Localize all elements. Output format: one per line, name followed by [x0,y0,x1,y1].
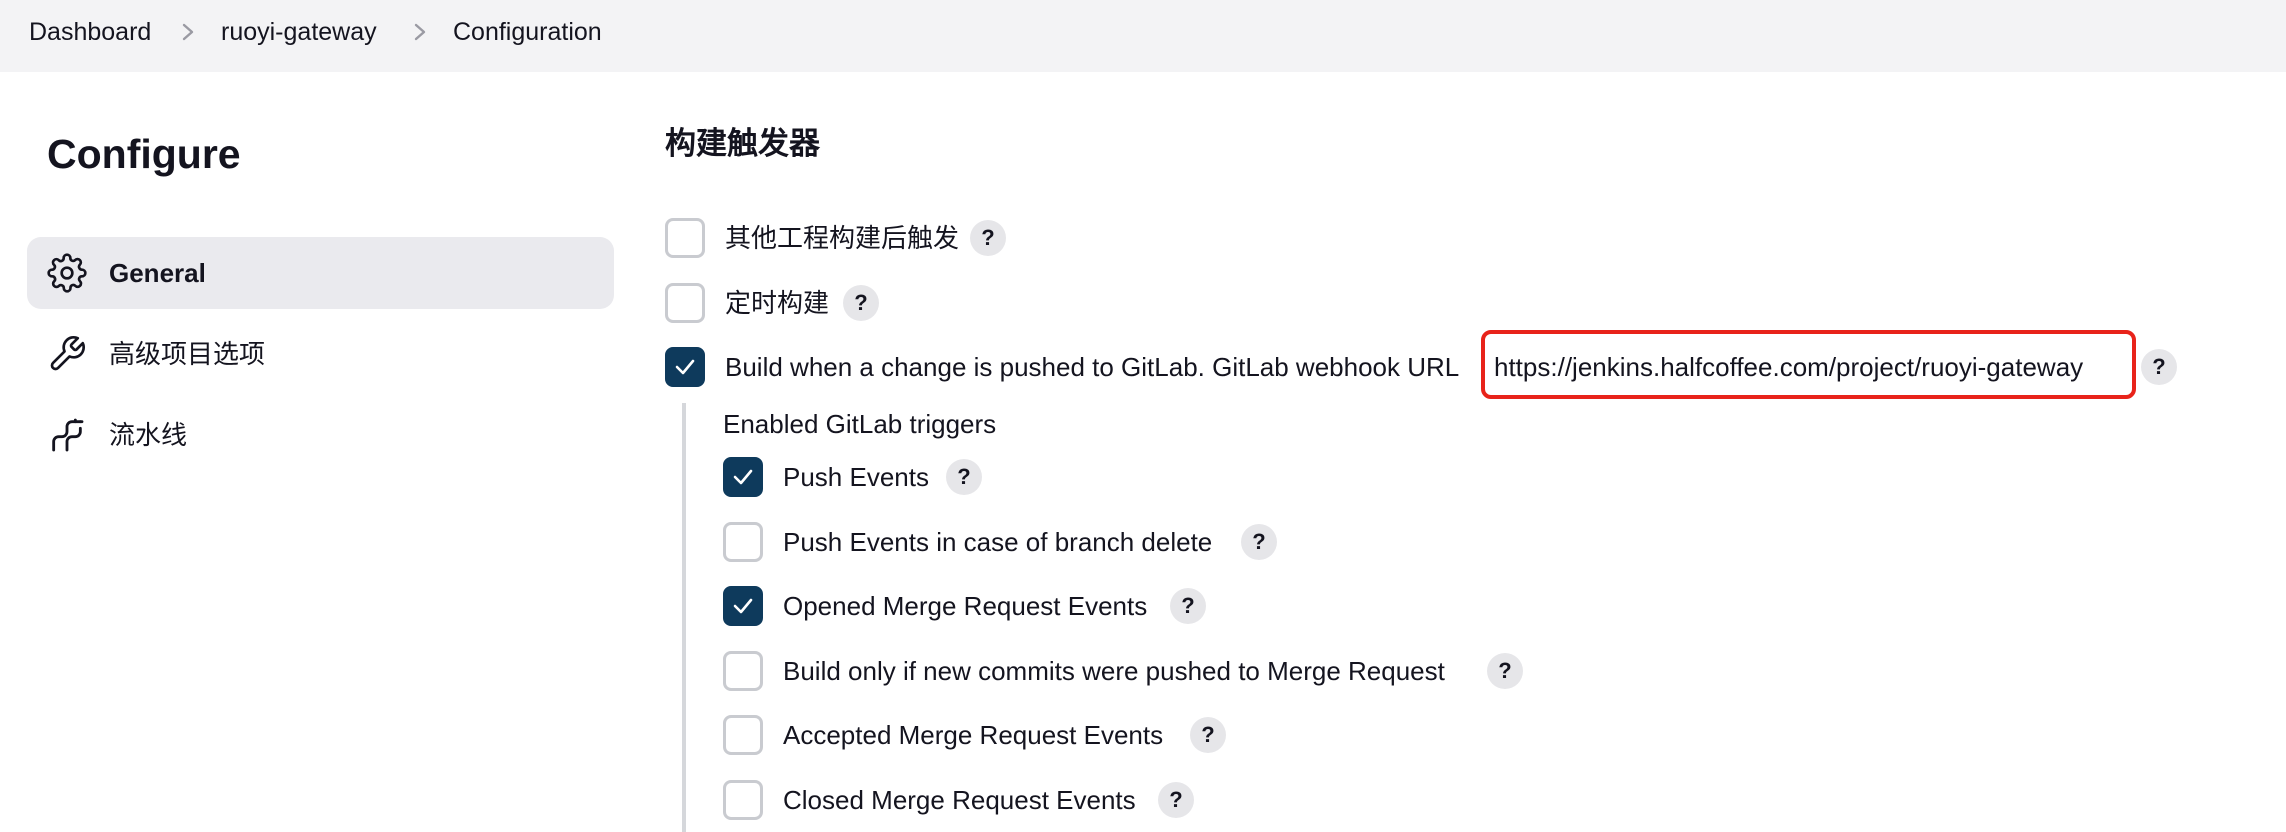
help-icon[interactable]: ? [946,459,982,495]
checkmark-icon [733,469,753,485]
checkbox-build-periodically[interactable] [665,283,705,323]
gitlab-triggers-title: Enabled GitLab triggers [723,409,997,439]
option-label: Closed Merge Request Events [783,785,1136,815]
checkbox-build-after-other-projects[interactable] [665,218,705,258]
sidebar-item-label: 流水线 [109,420,188,450]
help-icon[interactable]: ? [1190,717,1226,753]
breadcrumb: Dashboard ruoyi-gateway Configuration [0,0,2286,72]
checkbox-new-commits-only[interactable] [723,651,763,691]
gear-icon [47,253,87,293]
help-icon[interactable]: ? [2141,349,2177,385]
help-icon[interactable]: ? [1241,524,1277,560]
breadcrumb-job[interactable]: ruoyi-gateway [221,16,377,48]
option-label: Accepted Merge Request Events [783,720,1164,750]
help-icon[interactable]: ? [970,220,1006,256]
nested-section-divider [682,403,686,832]
wrench-icon [50,336,85,371]
option-label: Push Events [783,462,929,492]
page-title: Configure [47,131,241,177]
checkbox-accepted-merge-request[interactable] [723,715,763,755]
sidebar-item-advanced[interactable]: 高级项目选项 [27,318,614,390]
sidebar-item-general[interactable]: General [27,237,614,309]
option-label: Build when a change is pushed to GitLab.… [725,352,1460,382]
help-icon[interactable]: ? [843,285,879,321]
checkbox-gitlab-push[interactable] [665,347,705,387]
sidebar-item-pipeline[interactable]: 流水线 [27,399,614,471]
chevron-right-icon [182,23,194,41]
option-label: Push Events in case of branch delete [783,527,1213,557]
sidebar-item-label: 高级项目选项 [109,339,266,369]
section-title-build-triggers: 构建触发器 [665,126,820,161]
help-icon[interactable]: ? [1487,653,1523,689]
webhook-url: https://jenkins.halfcoffee.com/project/r… [1494,352,2084,382]
sidebar-item-label: General [109,258,206,288]
breadcrumb-dashboard[interactable]: Dashboard [29,16,151,48]
checkmark-icon [675,359,695,375]
option-label: Build only if new commits were pushed to… [783,656,1445,686]
checkbox-push-events[interactable] [723,457,763,497]
pipeline-icon [52,418,84,452]
checkbox-opened-merge-request[interactable] [723,586,763,626]
checkbox-push-events-branch-delete[interactable] [723,522,763,562]
breadcrumb-configuration[interactable]: Configuration [453,16,602,48]
help-icon[interactable]: ? [1158,782,1194,818]
option-label: 定时构建 [725,288,830,318]
option-label: 其他工程构建后触发 [725,223,960,253]
chevron-right-icon [414,23,426,41]
option-label: Opened Merge Request Events [783,591,1148,621]
help-icon[interactable]: ? [1170,588,1206,624]
checkbox-closed-merge-request[interactable] [723,780,763,820]
checkmark-icon [733,598,753,614]
